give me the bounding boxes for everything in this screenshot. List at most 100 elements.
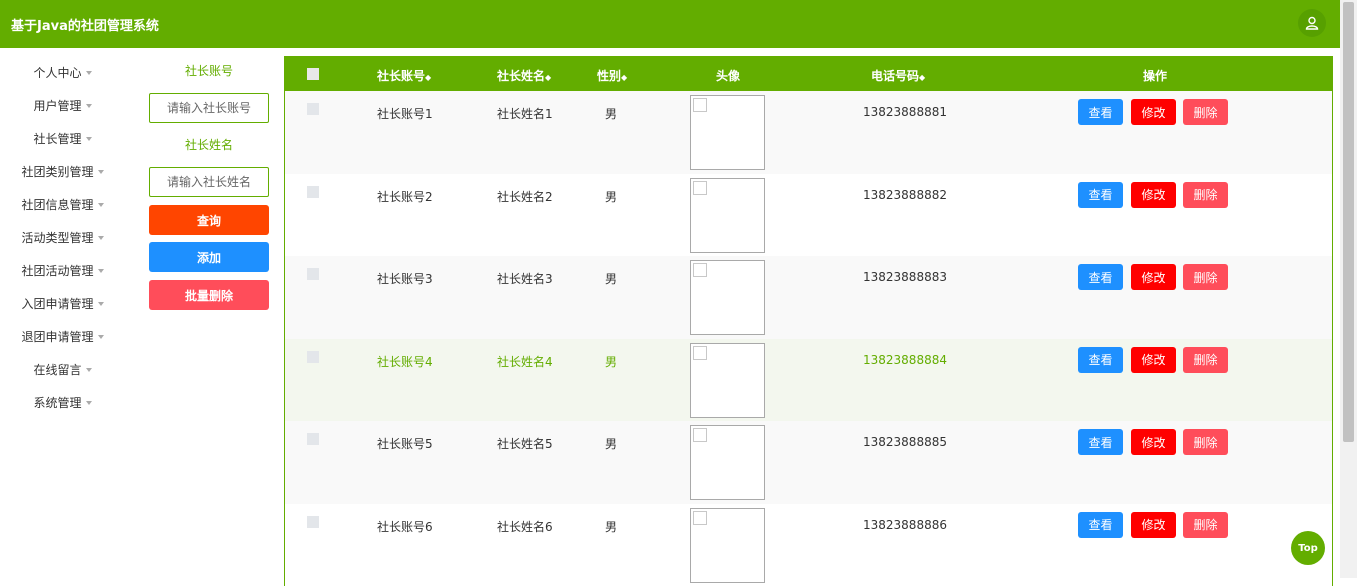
- sidebar-item[interactable]: 活动类型管理: [0, 221, 125, 254]
- sidebar-item[interactable]: 退团申请管理: [0, 320, 125, 353]
- cell-gender: 男: [605, 272, 618, 287]
- delete-button[interactable]: 删除: [1183, 264, 1228, 291]
- sort-icon: ◆: [919, 73, 926, 82]
- sidebar-item[interactable]: 社团类别管理: [0, 155, 125, 188]
- sidebar-item-label: 系统管理: [33, 396, 82, 410]
- broken-image-icon: [693, 428, 707, 443]
- scrollbar-thumb[interactable]: [1343, 2, 1354, 442]
- header-account[interactable]: 社长账号◆: [377, 67, 431, 84]
- row-checkbox[interactable]: [307, 185, 319, 201]
- broken-image-icon: [693, 263, 707, 278]
- table-row[interactable]: 社长账号5 社长姓名5 男 13823888885 查看 修改 删除: [285, 421, 1332, 504]
- view-button[interactable]: 查看: [1078, 99, 1123, 125]
- edit-button[interactable]: 修改: [1131, 99, 1176, 125]
- edit-button[interactable]: 修改: [1131, 264, 1176, 291]
- delete-button[interactable]: 删除: [1183, 429, 1228, 456]
- table-row[interactable]: 社长账号3 社长姓名3 男 13823888883 查看 修改 删除: [285, 256, 1332, 339]
- table-row[interactable]: 社长账号1 社长姓名1 男 13823888881 查看 修改 删除: [285, 91, 1332, 174]
- cell-gender: 男: [605, 107, 618, 121]
- cell-name: 社长姓名6: [497, 519, 553, 534]
- sort-icon: ◆: [545, 73, 552, 82]
- cell-phone: 13823888884: [863, 352, 947, 367]
- chevron-down-icon: [97, 235, 104, 240]
- sidebar-item-label: 社团活动管理: [21, 264, 94, 278]
- sidebar-item[interactable]: 个人中心: [0, 56, 125, 89]
- sidebar-item-label: 退团申请管理: [21, 330, 94, 344]
- sidebar-item-label: 社长管理: [33, 132, 82, 146]
- sidebar-item[interactable]: 社长管理: [0, 122, 125, 155]
- header-gender[interactable]: 性别◆: [597, 67, 627, 84]
- edit-button[interactable]: 修改: [1131, 181, 1176, 208]
- name-search-input[interactable]: [149, 167, 269, 197]
- cell-gender: 男: [605, 189, 618, 204]
- view-button[interactable]: 查看: [1078, 264, 1123, 291]
- sidebar-item[interactable]: 入团申请管理: [0, 287, 125, 320]
- table-row[interactable]: 社长账号6 社长姓名6 男 13823888886 查看 修改 删除: [285, 503, 1332, 586]
- header-avatar: 头像: [716, 69, 741, 83]
- avatar-image: [690, 260, 765, 336]
- edit-button[interactable]: 修改: [1131, 346, 1176, 373]
- row-checkbox[interactable]: [307, 268, 319, 283]
- cell-account: 社长账号4: [377, 354, 433, 369]
- cell-phone: 13823888885: [863, 435, 947, 450]
- view-button[interactable]: 查看: [1078, 181, 1123, 208]
- header-phone[interactable]: 电话号码◆: [871, 67, 925, 84]
- broken-image-icon: [693, 510, 707, 525]
- sidebar-item[interactable]: 在线留言: [0, 353, 125, 386]
- cell-account: 社长账号2: [377, 189, 433, 204]
- sidebar-item-label: 个人中心: [33, 66, 82, 80]
- sort-icon: ◆: [621, 73, 628, 82]
- sort-icon: ◆: [425, 73, 432, 82]
- avatar-image: [690, 177, 765, 253]
- view-button[interactable]: 查看: [1078, 511, 1123, 538]
- cell-name: 社长姓名3: [497, 272, 553, 287]
- chevron-down-icon: [97, 202, 104, 207]
- account-search-input[interactable]: [149, 93, 269, 123]
- avatar-image: [690, 425, 765, 501]
- row-checkbox[interactable]: [307, 515, 319, 531]
- cell-account: 社长账号1: [377, 107, 433, 121]
- broken-image-icon: [693, 98, 707, 112]
- cell-name: 社长姓名2: [497, 189, 553, 204]
- cell-account: 社长账号3: [377, 272, 433, 287]
- sidebar-item[interactable]: 系统管理: [0, 386, 125, 419]
- add-button[interactable]: 添加: [149, 242, 269, 272]
- back-to-top-button[interactable]: Top: [1291, 531, 1325, 565]
- cell-gender: 男: [605, 354, 618, 369]
- cell-account: 社长账号5: [377, 437, 433, 452]
- select-all-checkbox[interactable]: [307, 68, 319, 83]
- sidebar-item[interactable]: 用户管理: [0, 89, 125, 122]
- account-label: 社长账号: [184, 64, 233, 78]
- header-name[interactable]: 社长姓名◆: [497, 67, 551, 84]
- row-checkbox[interactable]: [307, 433, 319, 448]
- chevron-down-icon: [85, 103, 92, 108]
- cell-name: 社长姓名1: [497, 107, 553, 121]
- table-body: 社长账号1 社长姓名1 男 13823888881 查看 修改 删除 社长账号2 社长姓名2 男 1…: [285, 91, 1332, 586]
- avatar-image: [690, 342, 765, 418]
- query-button[interactable]: 查询: [149, 205, 269, 235]
- delete-button[interactable]: 删除: [1183, 511, 1228, 538]
- sidebar-item[interactable]: 社团信息管理: [0, 188, 125, 221]
- user-profile-button[interactable]: [1298, 9, 1326, 37]
- sidebar-item-label: 在线留言: [33, 363, 82, 377]
- view-button[interactable]: 查看: [1078, 429, 1123, 456]
- cell-account: 社长账号6: [377, 519, 433, 534]
- row-checkbox[interactable]: [307, 350, 319, 366]
- chevron-down-icon: [85, 400, 92, 405]
- page-scrollbar[interactable]: [1340, 0, 1357, 578]
- app-header: 基于Java的社团管理系统: [0, 0, 1340, 48]
- edit-button[interactable]: 修改: [1131, 511, 1176, 538]
- row-checkbox[interactable]: [307, 103, 319, 118]
- delete-button[interactable]: 删除: [1183, 346, 1228, 373]
- cell-gender: 男: [605, 519, 618, 534]
- table-row[interactable]: 社长账号2 社长姓名2 男 13823888882 查看 修改 删除: [285, 173, 1332, 257]
- batch-delete-button[interactable]: 批量删除: [149, 280, 269, 310]
- delete-button[interactable]: 删除: [1183, 99, 1228, 125]
- app-title: 基于Java的社团管理系统: [11, 18, 159, 34]
- delete-button[interactable]: 删除: [1183, 181, 1228, 208]
- table-row[interactable]: 社长账号4 社长姓名4 男 13823888884 查看 修改 删除: [285, 338, 1332, 422]
- view-button[interactable]: 查看: [1078, 346, 1123, 373]
- edit-button[interactable]: 修改: [1131, 429, 1176, 456]
- chevron-down-icon: [85, 136, 92, 141]
- sidebar-item[interactable]: 社团活动管理: [0, 254, 125, 287]
